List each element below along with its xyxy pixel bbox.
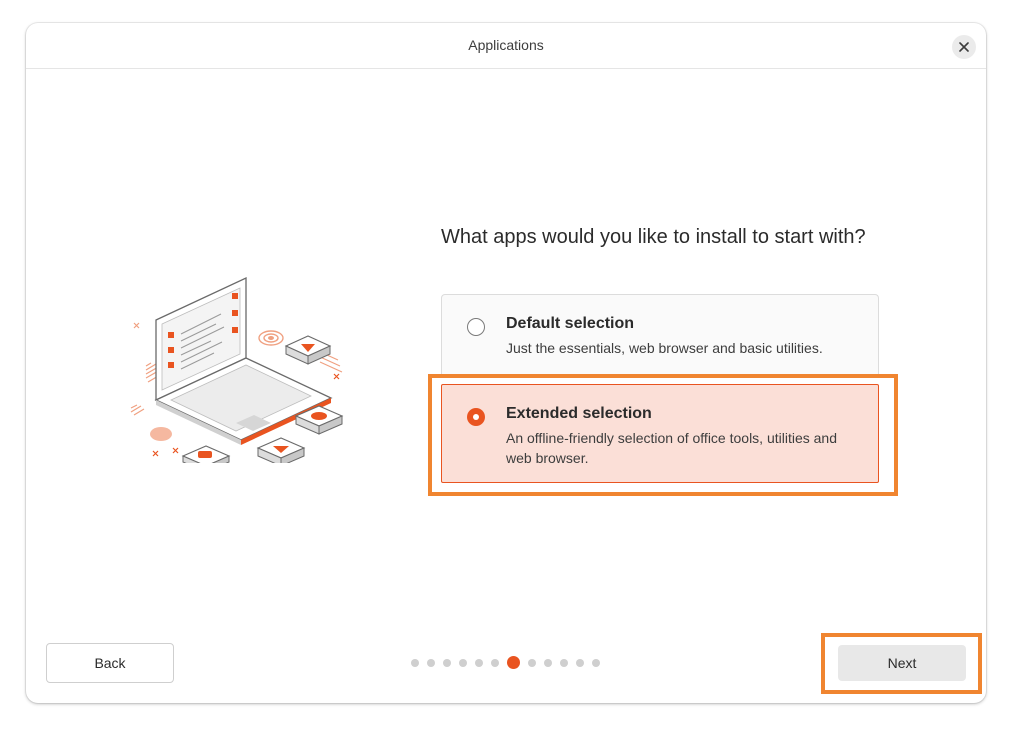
option-title: Default selection xyxy=(506,315,635,332)
option-description: An offline-friendly selection of office … xyxy=(506,430,838,466)
step-dot xyxy=(560,659,568,667)
step-dot xyxy=(528,659,536,667)
option-default-selection[interactable]: Default selection Just the essentials, w… xyxy=(441,294,879,375)
step-dot xyxy=(491,659,499,667)
step-dot xyxy=(427,659,435,667)
laptop-apps-illustration xyxy=(130,276,344,463)
step-dot xyxy=(592,659,600,667)
option-extended-selection[interactable]: Extended selection An offline-friendly s… xyxy=(441,384,879,483)
window-title: Applications xyxy=(468,37,544,53)
step-indicator xyxy=(411,656,611,670)
question-heading: What apps would you like to install to s… xyxy=(441,226,866,248)
step-dot xyxy=(459,659,467,667)
next-button[interactable]: Next xyxy=(838,645,966,681)
titlebar: Applications xyxy=(26,23,986,69)
close-icon xyxy=(959,42,969,52)
step-dot xyxy=(475,659,483,667)
step-dot xyxy=(443,659,451,667)
back-button[interactable]: Back xyxy=(46,643,174,683)
radio-extended-selection[interactable] xyxy=(467,408,485,426)
step-dot-current xyxy=(507,656,520,669)
radio-default-selection[interactable] xyxy=(467,318,485,336)
step-dot xyxy=(544,659,552,667)
installer-window: Applications What apps would you like to… xyxy=(26,23,986,703)
close-button[interactable] xyxy=(952,35,976,59)
step-dot xyxy=(576,659,584,667)
option-description: Just the essentials, web browser and bas… xyxy=(506,340,823,356)
step-dot xyxy=(411,659,419,667)
option-title: Extended selection xyxy=(506,405,652,422)
